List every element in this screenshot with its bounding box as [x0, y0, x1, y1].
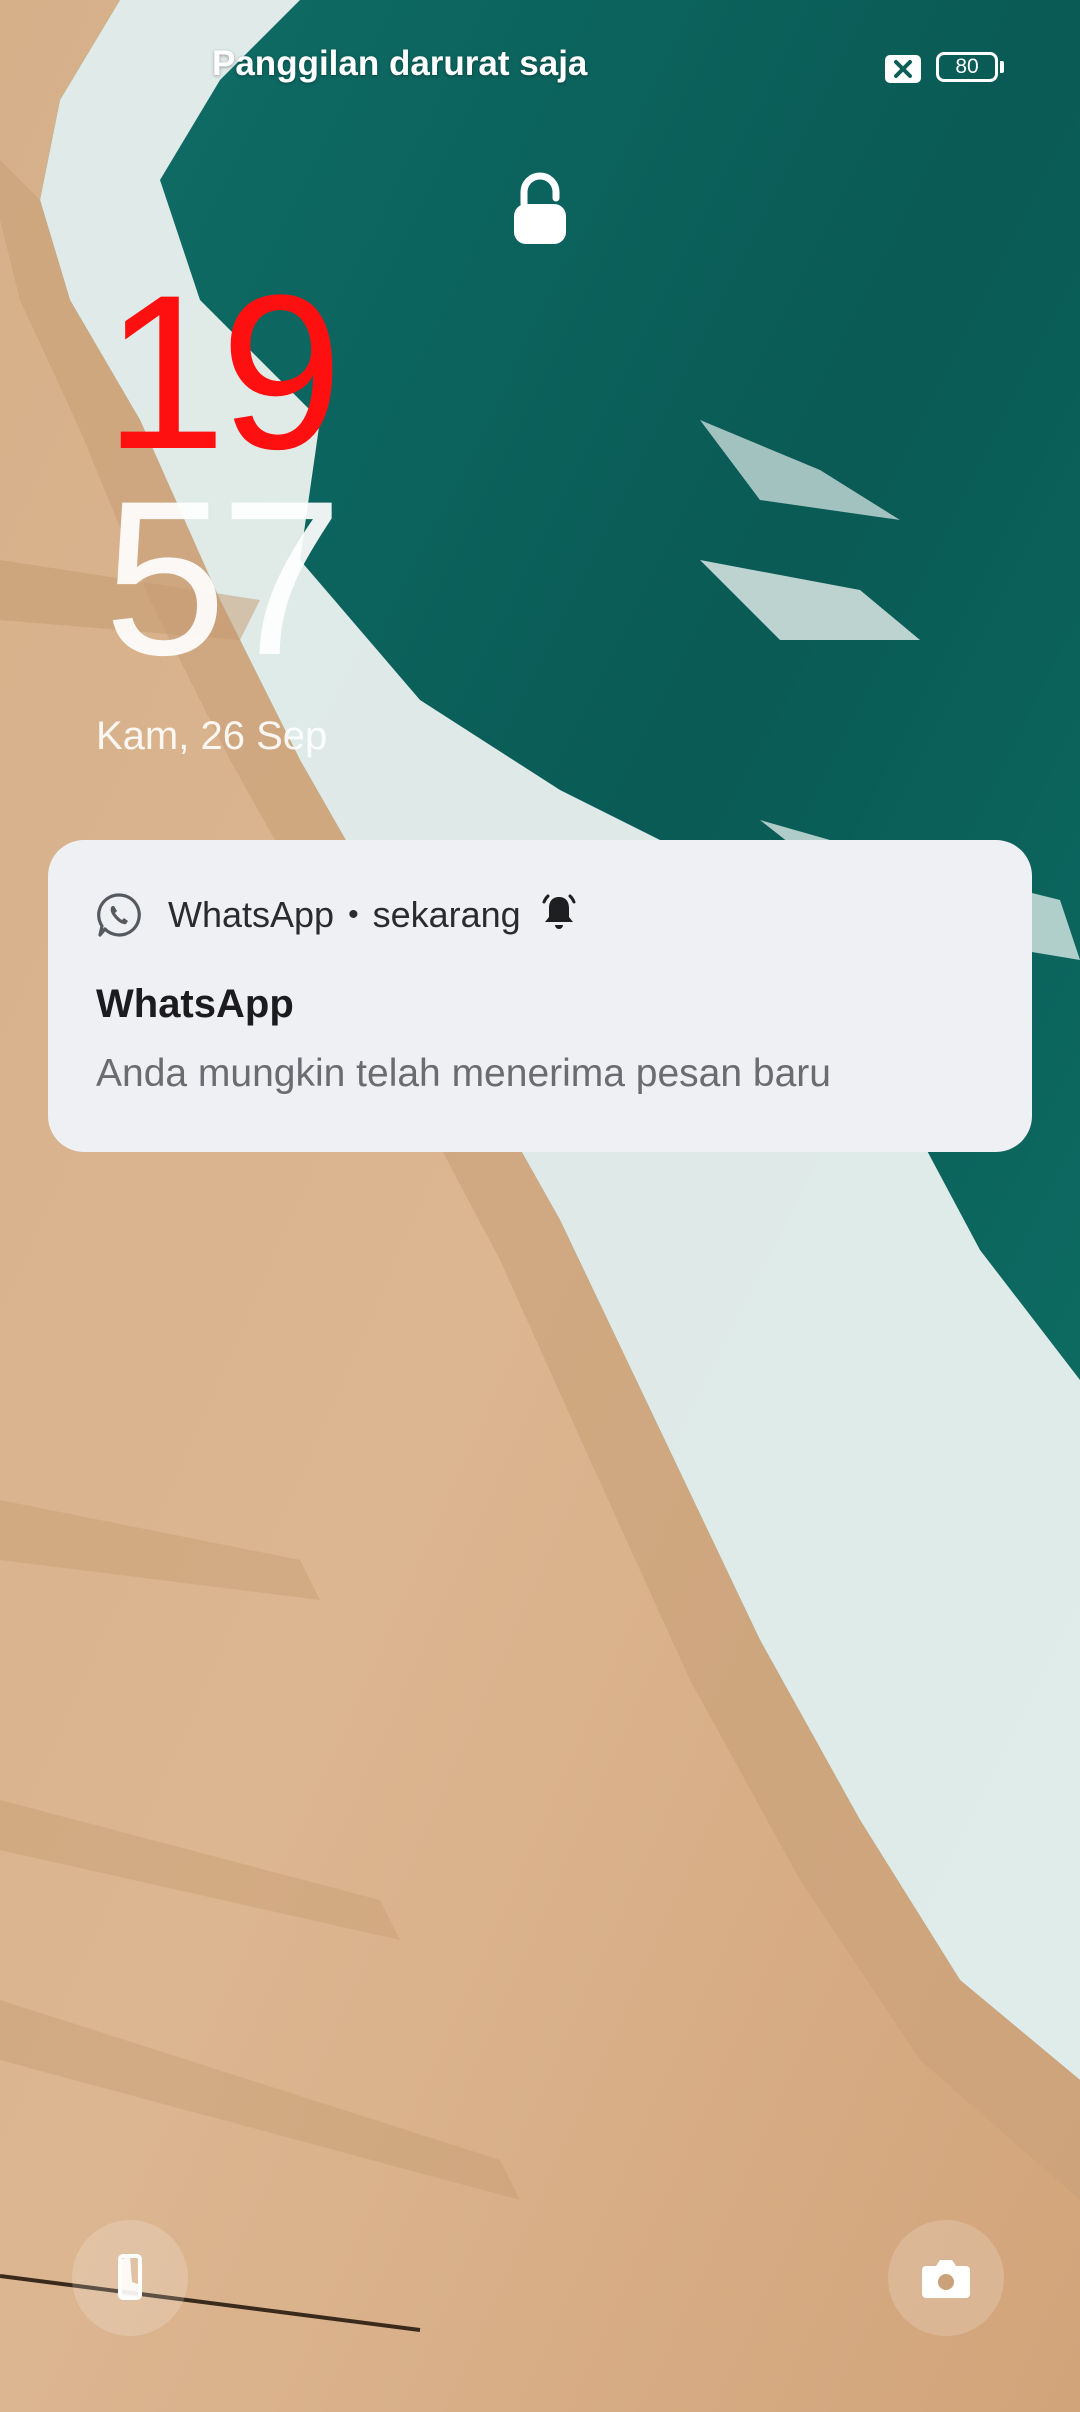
- clock-minutes: 57: [104, 455, 343, 701]
- notification-title: WhatsApp: [96, 982, 294, 1026]
- notification-app-name: WhatsApp: [168, 894, 335, 935]
- notification-header: WhatsApp • sekarang: [168, 892, 521, 938]
- date-text: Kam, 26 Sep: [96, 714, 328, 758]
- camera-icon: [922, 2260, 970, 2298]
- whatsapp-icon: [97, 893, 141, 937]
- bell-alert-icon: [542, 894, 576, 929]
- camera-shortcut-button[interactable]: [888, 2220, 1004, 2336]
- carrier-text: Panggilan darurat saja: [212, 44, 588, 83]
- battery-level: 80: [955, 55, 979, 78]
- notification-time: sekarang: [372, 894, 521, 935]
- phone-shortcut-button[interactable]: [72, 2220, 188, 2336]
- clock-hours: 19: [104, 249, 343, 495]
- battery-nub: [1000, 61, 1004, 73]
- lock-open-icon[interactable]: [510, 172, 570, 248]
- status-bar: Panggilan darurat saja 80: [0, 0, 1080, 140]
- whatsapp-notification[interactable]: WhatsApp • sekarang WhatsApp Anda mungki…: [48, 840, 1032, 1152]
- phone-icon: [118, 2254, 142, 2300]
- notification-separator: •: [348, 898, 359, 931]
- no-sim-icon: [885, 55, 921, 83]
- notification-body: Anda mungkin telah menerima pesan baru: [96, 1052, 831, 1095]
